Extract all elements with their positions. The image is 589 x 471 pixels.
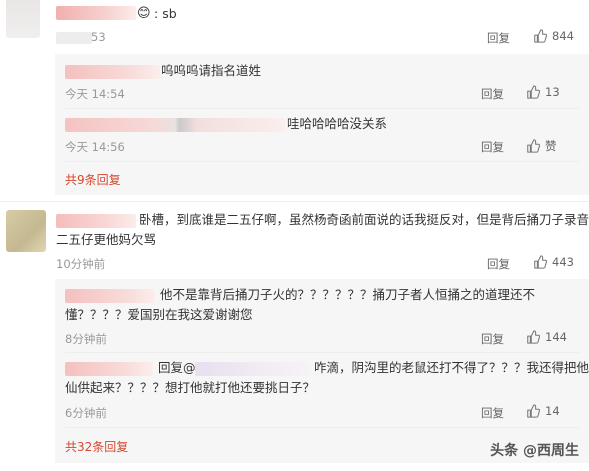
like-count: 443 [552,255,574,269]
divider [65,352,579,353]
like-count: 14 [545,404,560,418]
like-button[interactable]: 144 [526,330,567,344]
reply-text-line2: 懂？？？？爱国别在我这爱谢谢您 [65,307,253,322]
like-button[interactable]: 13 [526,85,560,99]
emoji-icon: 😊 [137,6,151,21]
reply-text-line1: 咋滴，阴沟里的老鼠还打不得了？？？我还得把他当神 [314,360,589,375]
divider [65,108,579,109]
reply-avatar-blurred [65,362,153,376]
reply-avatar-blurred [65,65,160,79]
like-button[interactable]: 443 [533,255,574,269]
reply-text-line1: 他不是靠背后捅刀子火的？？？？？？捅刀子者人恒捅之的道理还不 [160,287,536,302]
comment-time: 53 [91,30,106,44]
like-count: 844 [552,29,574,43]
comment-text: : sb [154,6,177,21]
divider [0,201,589,202]
thumb-up-icon [534,29,547,43]
comment-time: 10分钟前 [56,257,106,271]
avatar[interactable] [6,210,46,252]
reply-mention-prefix: 回复@ [158,360,196,375]
reply-avatar-blurred [65,289,155,303]
like-button[interactable]: 844 [533,29,574,43]
reply-time: 今天 14:56 [65,140,125,154]
thumb-up-icon [527,404,540,418]
mention-blurred[interactable] [195,362,310,376]
reply-button[interactable]: 回复 [487,256,510,272]
reply-time: 6分钟前 [65,406,107,420]
reply-button[interactable]: 回复 [481,139,504,155]
like-button[interactable]: 14 [526,404,560,418]
thumb-up-icon [527,139,540,153]
thumb-up-icon [534,255,547,269]
reply-text: 哇哈哈哈哈没关系 [287,116,388,131]
more-replies-link[interactable]: 共32条回复 [65,438,128,455]
reply-text-line2: 仙供起来？？？？想打他就打他还要挑日子？ [65,380,316,395]
reply-button[interactable]: 回复 [481,405,504,421]
username-blurred[interactable] [56,6,136,20]
watermark: 头条 @西周生 [490,443,579,459]
reply-button[interactable]: 回复 [481,86,504,102]
reply-text: 呜呜呜请指名道姓 [161,63,262,78]
reply-time: 8分钟前 [65,332,107,346]
reply-time: 今天 14:54 [65,87,125,101]
like-count: 13 [545,85,560,99]
divider [65,161,579,162]
divider [65,427,579,428]
username-blurred[interactable] [56,214,136,228]
comment-text-line1: 卧槽，到底谁是二五仔啊，虽然杨奇函前面说的话我挺反对，但是背后捅刀子录音 [139,212,589,227]
like-label: 赞 [545,139,557,153]
thumb-up-icon [527,85,540,99]
thumb-up-icon [527,330,540,344]
avatar[interactable] [6,0,40,38]
comment-text-line2: 二五仔更他妈欠骂 [56,232,157,247]
reply-button[interactable]: 回复 [481,331,504,347]
reply-avatar-blurred [65,118,285,132]
like-count: 144 [545,330,567,344]
time-blurred [56,32,92,44]
like-button[interactable]: 赞 [526,138,557,154]
reply-button[interactable]: 回复 [487,30,510,46]
more-replies-link[interactable]: 共9条回复 [65,171,121,188]
